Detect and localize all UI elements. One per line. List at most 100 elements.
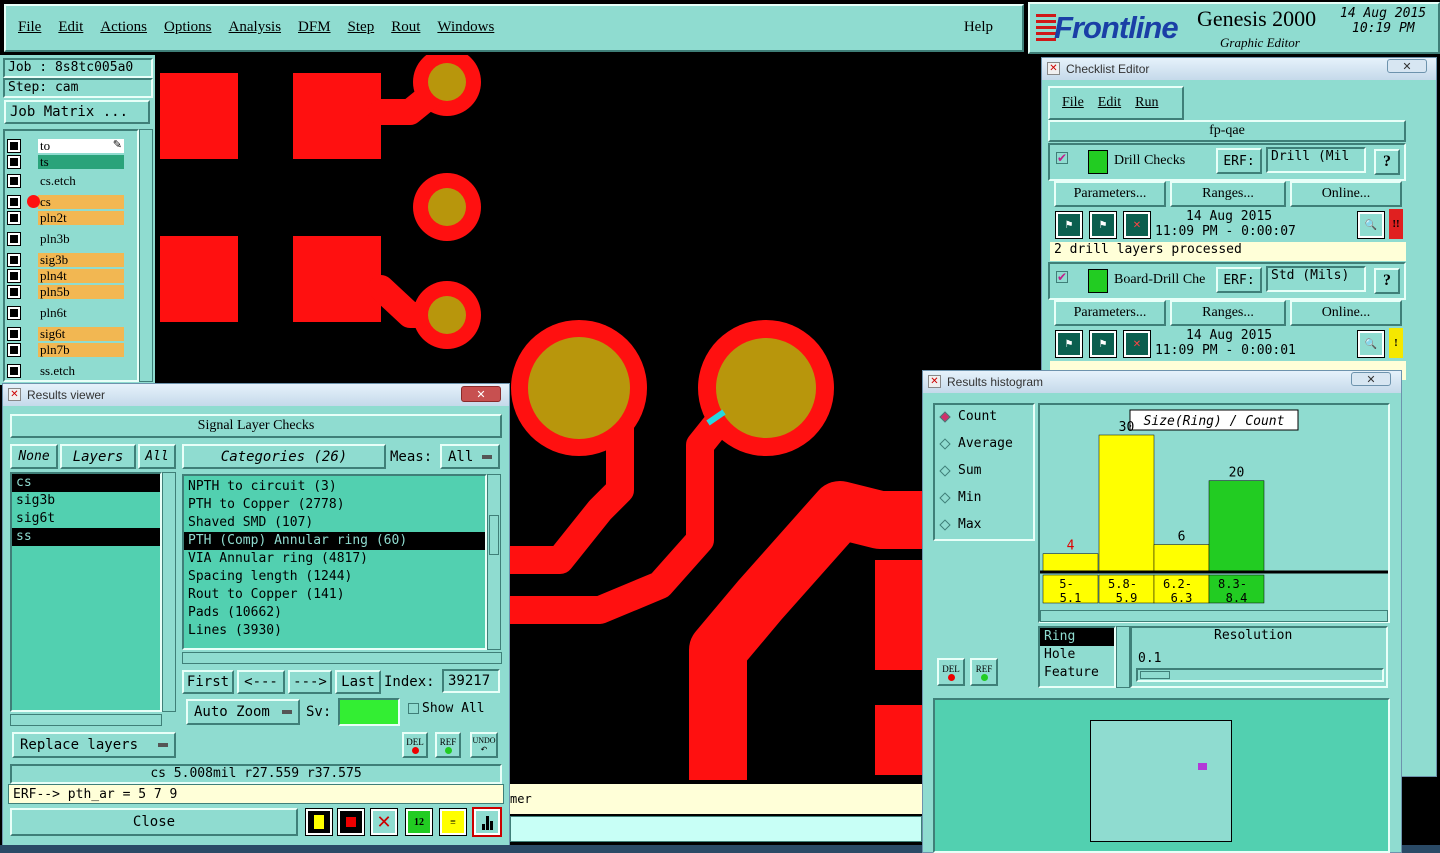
category-item[interactable]: VIA Annular ring (4817) <box>184 550 485 568</box>
rv-layer-hscroll[interactable] <box>10 714 162 726</box>
layer-name[interactable]: cs <box>38 195 124 209</box>
layer-checkbox[interactable] <box>7 195 21 209</box>
layer-name[interactable]: pln4t <box>38 269 124 283</box>
layer-checkbox[interactable] <box>7 285 21 299</box>
mode-radio-count[interactable]: Count <box>939 409 997 424</box>
range-item[interactable]: Ring <box>1040 628 1114 646</box>
categories-button[interactable]: Categories (26) <box>182 444 386 469</box>
layer-checkbox[interactable] <box>7 211 21 225</box>
none-button[interactable]: None <box>10 444 58 469</box>
run-check-icon[interactable]: ⚑ <box>1055 211 1083 239</box>
close-icon[interactable]: ✕ <box>461 386 501 402</box>
parameters-button[interactable]: Parameters... <box>1054 181 1166 207</box>
category-item[interactable]: Rout to Copper (141) <box>184 586 485 604</box>
help-button[interactable]: ? <box>1374 268 1400 294</box>
meas-select[interactable]: All <box>440 444 500 469</box>
show-all-checkbox[interactable] <box>408 703 419 714</box>
report-icon[interactable]: ≡ <box>439 808 467 836</box>
auto-zoom-select[interactable]: Auto Zoom <box>186 699 300 725</box>
menu-step[interactable]: Step <box>348 19 375 50</box>
layer-name[interactable]: ss.etch <box>38 364 124 378</box>
histogram-bar[interactable] <box>1098 434 1155 573</box>
histogram-icon[interactable] <box>472 807 502 837</box>
checklist-menu-run[interactable]: Run <box>1135 95 1158 111</box>
layer-checkbox[interactable] <box>7 253 21 267</box>
layer-name[interactable]: pln3b <box>38 232 124 246</box>
layer-checkbox[interactable] <box>7 306 21 320</box>
ranges-button[interactable]: Ranges... <box>1170 181 1286 207</box>
run-all-icon[interactable]: ⚑ <box>1089 211 1117 239</box>
parameters-button[interactable]: Parameters... <box>1054 300 1166 326</box>
layer-row[interactable]: sig6t <box>7 326 124 342</box>
layer-checkbox[interactable] <box>7 232 21 246</box>
range-item[interactable]: Hole <box>1040 646 1114 664</box>
layer-row[interactable]: to ✎ <box>7 138 124 154</box>
mode-radio-average[interactable]: Average <box>939 436 1013 451</box>
rv-layer-list[interactable]: cs sig3b sig6t ss <box>10 472 162 712</box>
erf-button[interactable]: ERF: <box>1216 148 1262 174</box>
range-scrollbar[interactable] <box>1116 626 1130 688</box>
layer-row[interactable]: pln5b <box>7 284 124 300</box>
mode-radio-min[interactable]: Min <box>939 490 981 505</box>
mode-radio-sum[interactable]: Sum <box>939 463 981 478</box>
stop-run-icon[interactable]: ✕ <box>1123 330 1151 358</box>
online-button[interactable]: Online... <box>1290 300 1402 326</box>
histogram-chart[interactable]: Size(Ring) / Count 4 5-5.1 30 5.8-5.9 6 6.2-6.… <box>1040 405 1388 605</box>
layer-name[interactable]: sig3b <box>38 253 124 267</box>
layer-row[interactable]: pln4t <box>7 268 124 284</box>
layer-name[interactable]: cs.etch <box>38 174 124 188</box>
layer-list-scrollbar[interactable] <box>139 129 153 382</box>
erf-button[interactable]: ERF: <box>1216 267 1262 293</box>
rv-layer-scrollbar[interactable] <box>162 472 176 712</box>
resolution-slider[interactable] <box>1136 668 1384 682</box>
hist-ref-button[interactable]: REF <box>970 658 998 686</box>
mode-radio-max[interactable]: Max <box>939 517 981 532</box>
range-item[interactable]: Feature <box>1040 664 1114 682</box>
menu-analysis[interactable]: Analysis <box>229 19 282 50</box>
category-item[interactable]: PTH (Comp) Annular ring (60) <box>184 532 485 550</box>
stop-run-icon[interactable]: ✕ <box>1123 211 1151 239</box>
menu-file[interactable]: File <box>18 19 41 50</box>
menu-windows[interactable]: Windows <box>437 19 494 50</box>
range-list[interactable]: Ring Hole Feature <box>1038 626 1116 688</box>
checklist-menu-edit[interactable]: Edit <box>1098 95 1121 111</box>
category-item[interactable]: PTH to Copper (2778) <box>184 496 485 514</box>
categories-hscroll[interactable] <box>182 652 502 664</box>
step-icon[interactable] <box>337 808 365 836</box>
menu-edit[interactable]: Edit <box>58 19 83 50</box>
all-layers-button[interactable]: All <box>138 444 176 469</box>
sv-color-select[interactable] <box>338 698 400 726</box>
close-icon[interactable]: ✕ <box>1351 372 1391 386</box>
category-item[interactable]: Lines (3930) <box>184 622 485 640</box>
job-matrix-button[interactable]: Job Matrix ... <box>4 100 150 124</box>
histogram-bar[interactable] <box>1208 480 1265 573</box>
layer-row[interactable]: sig3b <box>7 252 124 268</box>
layers-button[interactable]: Layers <box>60 444 136 469</box>
layer-row[interactable]: cs.etch <box>7 173 124 189</box>
bottom-input-bar[interactable] <box>510 816 922 842</box>
menu-actions[interactable]: Actions <box>100 19 147 50</box>
close-icon[interactable]: ✕ <box>1387 59 1427 73</box>
index-input[interactable]: 39217 <box>442 669 500 693</box>
menu-rout[interactable]: Rout <box>391 19 420 50</box>
scroll-thumb[interactable] <box>489 515 499 555</box>
layer-name[interactable]: pln7b <box>38 343 124 357</box>
layer-row[interactable]: cs <box>7 194 124 210</box>
histogram-titlebar[interactable]: ✕ Results histogram <box>923 371 1401 393</box>
layer-checkbox[interactable] <box>7 327 21 341</box>
replace-layers-select[interactable]: Replace layers <box>12 732 176 758</box>
list-item[interactable]: sig3b <box>12 492 160 510</box>
layer-name[interactable]: pln5b <box>38 285 124 299</box>
category-item[interactable]: NPTH to circuit (3) <box>184 478 485 496</box>
category-item[interactable]: Shaved SMD (107) <box>184 514 485 532</box>
layer-name[interactable]: ts <box>38 155 124 169</box>
layer-display-icon[interactable] <box>305 808 333 836</box>
close-button[interactable]: Close <box>10 808 298 836</box>
layer-name[interactable]: pln2t <box>38 211 124 225</box>
layer-name[interactable]: sig6t <box>38 327 124 341</box>
categories-scrollbar[interactable] <box>487 474 501 650</box>
categories-list[interactable]: NPTH to circuit (3) PTH to Copper (2778) S… <box>182 474 487 650</box>
layer-name[interactable]: to <box>38 139 124 153</box>
histogram-bar[interactable] <box>1153 544 1210 573</box>
numbered-list-icon[interactable]: 12 <box>405 808 433 836</box>
